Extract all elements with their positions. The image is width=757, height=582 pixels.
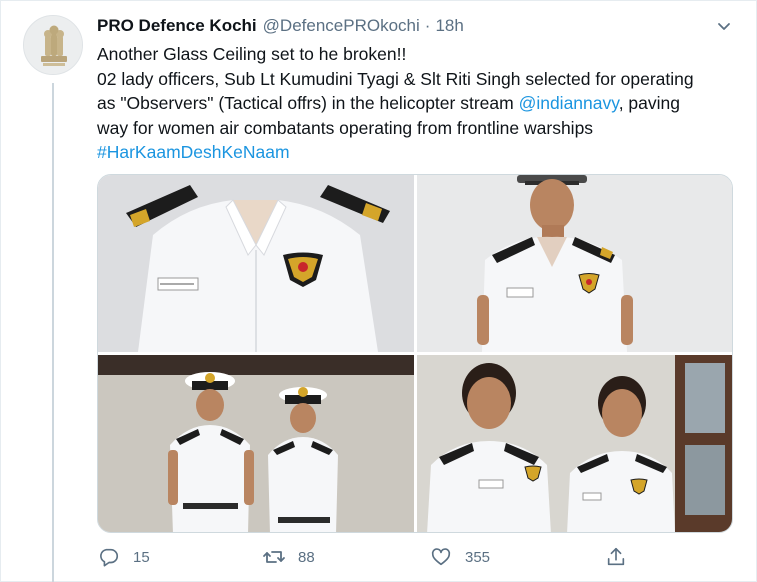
tweet-text: Another Glass Ceiling set to he broken!!… <box>97 42 747 165</box>
reply-button[interactable]: 15 <box>97 542 150 572</box>
media-grid <box>97 174 733 533</box>
tweet-text-line: way for women air combatants operating f… <box>97 117 594 138</box>
tweet-text-segment: as "Observers" (Tactical offrs) in the h… <box>97 93 519 113</box>
photo-two-officers-caps[interactable] <box>98 355 414 532</box>
mention-link[interactable]: @indiannavy <box>519 93 619 113</box>
user-handle[interactable]: @DefencePROkochi <box>263 16 420 36</box>
photo-two-officers-smiling[interactable] <box>417 355 732 532</box>
thread-line <box>52 83 54 582</box>
chevron-down-icon <box>718 23 730 30</box>
hashtag-link[interactable]: #HarKaamDeshKeNaam <box>97 140 747 165</box>
more-options-button[interactable] <box>713 15 735 37</box>
national-emblem-icon <box>24 16 82 74</box>
share-button[interactable] <box>604 542 628 572</box>
reply-count: 15 <box>133 548 150 566</box>
heart-icon <box>429 545 453 569</box>
tweet-text-line: 02 lady officers, Sub Lt Kumudini Tyagi … <box>97 68 694 89</box>
tweet-actions: 15 88 355 <box>97 542 647 572</box>
like-count: 355 <box>465 548 491 566</box>
tweet-text-segment: , paving <box>618 93 680 113</box>
display-name[interactable]: PRO Defence Kochi <box>97 16 257 36</box>
tweet-text-line: Another Glass Ceiling set to he broken!! <box>97 44 407 64</box>
reply-icon <box>97 545 121 569</box>
timestamp[interactable]: 18h <box>435 16 463 36</box>
tweet-header: PRO Defence Kochi @DefencePROkochi · 18h <box>97 16 464 38</box>
photo-officer-standing[interactable] <box>417 175 732 352</box>
share-icon <box>604 545 628 569</box>
retweet-count: 88 <box>298 548 315 566</box>
avatar[interactable] <box>23 15 83 75</box>
like-button[interactable]: 355 <box>429 542 490 572</box>
tweet-text-line: as "Observers" (Tactical offrs) in the h… <box>97 91 747 116</box>
separator-dot: · <box>424 16 431 35</box>
photo-uniform-closeup[interactable] <box>98 175 414 352</box>
retweet-button[interactable]: 88 <box>262 542 315 572</box>
retweet-icon <box>262 545 286 569</box>
tweet-card[interactable]: PRO Defence Kochi @DefencePROkochi · 18h… <box>0 0 757 582</box>
